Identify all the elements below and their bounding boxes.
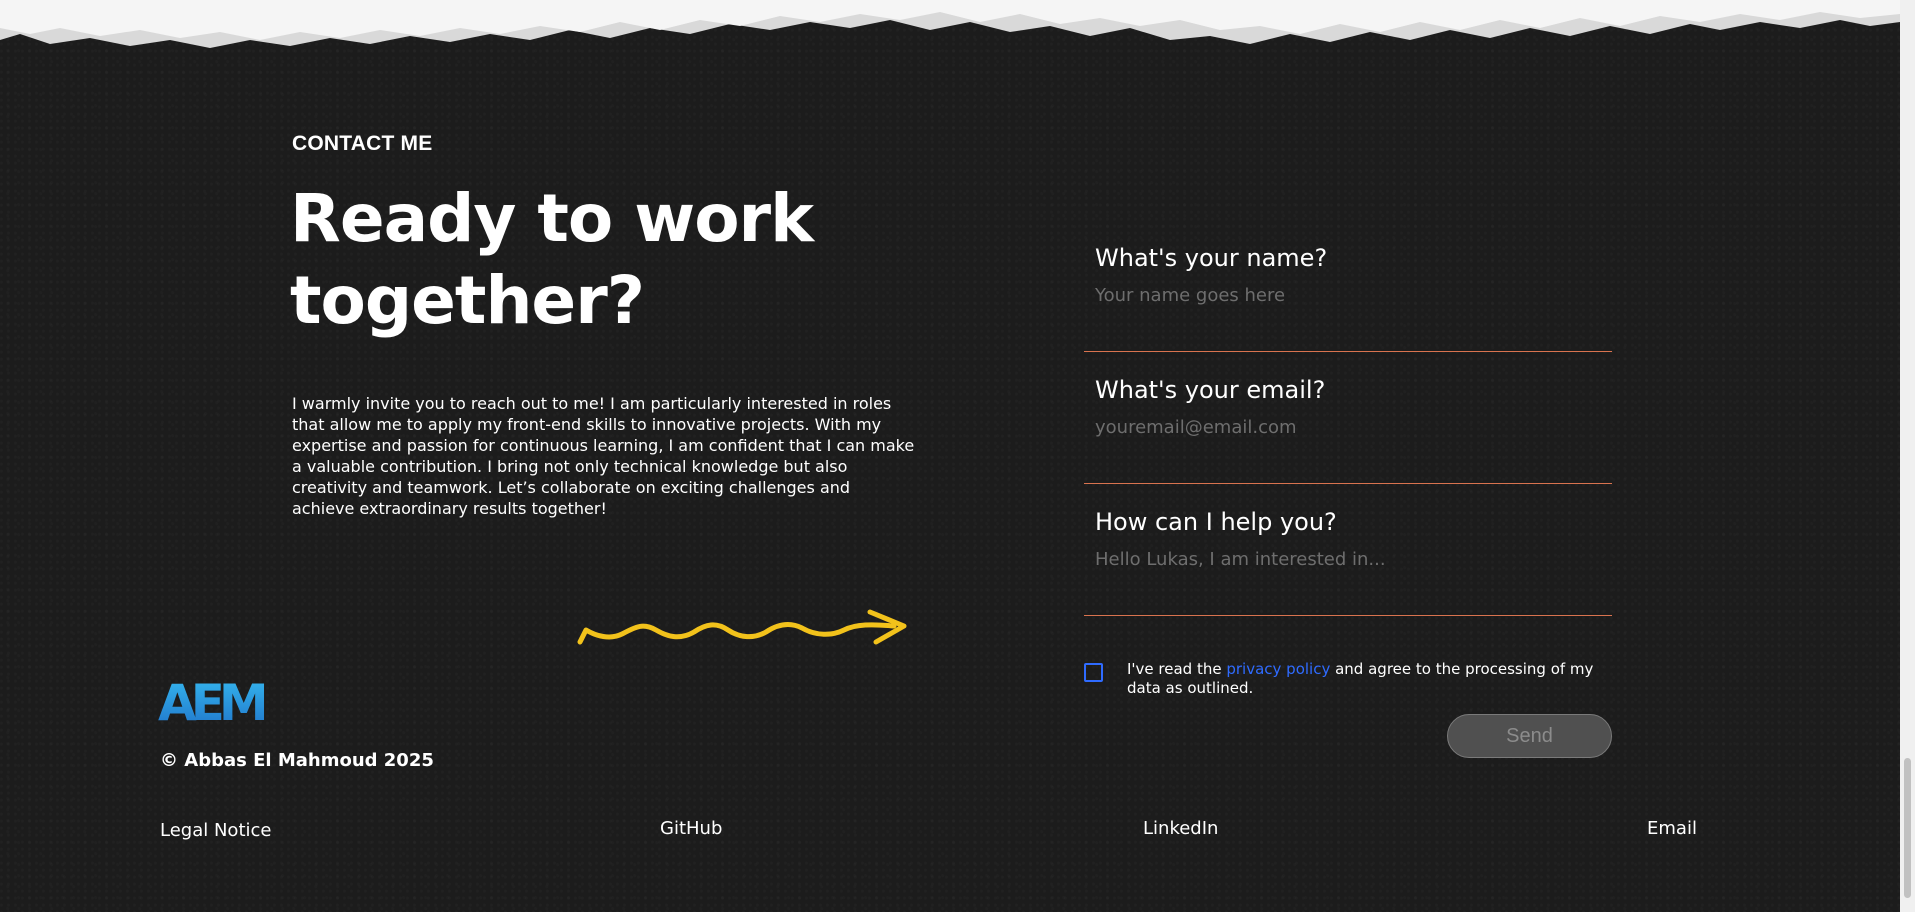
message-field: How can I help you? xyxy=(1084,507,1612,616)
privacy-consent-text: I've read the privacy policy and agree t… xyxy=(1127,660,1617,698)
privacy-policy-link[interactable]: privacy policy xyxy=(1226,660,1330,678)
message-field-label: How can I help you? xyxy=(1095,508,1337,536)
squiggle-arrow-icon xyxy=(577,609,907,645)
name-field: What's your name? xyxy=(1084,243,1612,352)
message-input[interactable] xyxy=(1095,549,1595,570)
scrollbar-thumb[interactable] xyxy=(1904,758,1911,898)
name-field-label: What's your name? xyxy=(1095,244,1328,272)
aem-logo: AEM xyxy=(158,680,271,724)
email-input[interactable] xyxy=(1095,417,1595,438)
paper-texture xyxy=(0,0,1915,912)
headline-line-2: together? xyxy=(290,262,645,339)
aem-logo-text: AEM xyxy=(158,680,265,724)
copyright-text: © Abbas El Mahmoud 2025 xyxy=(160,750,434,771)
email-field: What's your email? xyxy=(1084,375,1612,484)
headline-line-1: Ready to work xyxy=(290,180,814,257)
linkedin-link[interactable]: LinkedIn xyxy=(1143,818,1218,839)
privacy-checkbox[interactable] xyxy=(1084,663,1103,682)
page-scrollbar[interactable] xyxy=(1900,0,1915,912)
name-input[interactable] xyxy=(1095,285,1595,306)
contact-headline: Ready to work together? xyxy=(290,178,910,342)
github-link[interactable]: GitHub xyxy=(660,818,722,839)
email-field-label: What's your email? xyxy=(1095,376,1326,404)
contact-intro-text: I warmly invite you to reach out to me! … xyxy=(292,394,915,518)
send-button[interactable]: Send xyxy=(1447,714,1612,758)
torn-paper-edge xyxy=(0,0,1900,48)
consent-text-prefix: I've read the xyxy=(1127,660,1227,678)
legal-notice-link[interactable]: Legal Notice xyxy=(160,820,271,841)
email-link[interactable]: Email xyxy=(1647,818,1697,839)
contact-eyebrow: CONTACT ME xyxy=(292,132,433,155)
